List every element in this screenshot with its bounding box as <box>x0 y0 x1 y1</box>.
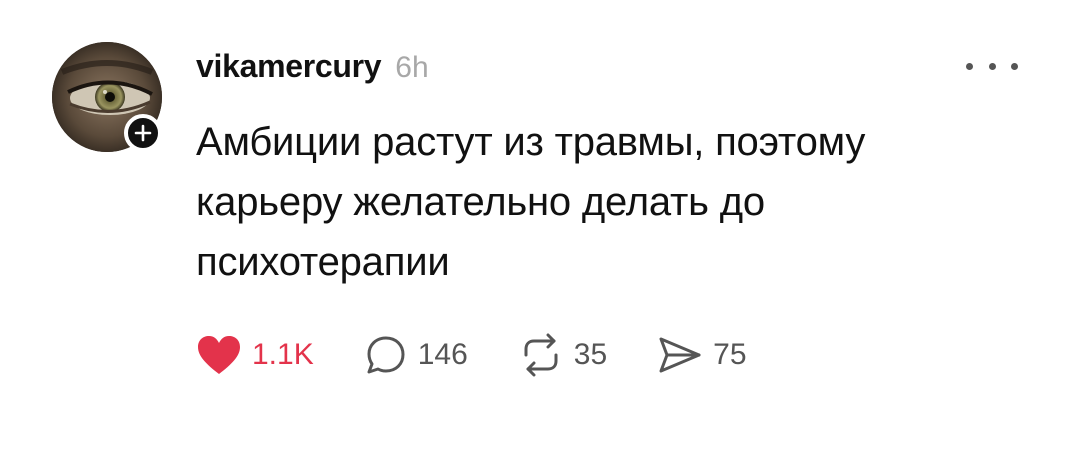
more-dots-icon <box>966 62 973 70</box>
more-dots-icon <box>1011 62 1018 70</box>
reply-button[interactable]: 146 <box>364 333 468 377</box>
share-button[interactable]: 75 <box>657 333 747 377</box>
reply-count: 146 <box>417 338 468 371</box>
like-count: 1.1K <box>252 338 314 371</box>
comment-icon <box>367 336 405 374</box>
more-dots-icon <box>988 62 996 70</box>
like-button[interactable]: 1.1K <box>196 334 314 376</box>
repost-icon <box>524 333 558 377</box>
username[interactable]: vikamercury <box>196 48 382 85</box>
more-options-button[interactable] <box>966 56 1018 76</box>
repost-count: 35 <box>573 338 608 371</box>
post-card: vikamercury 6h Амбиции растут из травмы,… <box>0 0 1080 449</box>
plus-icon <box>134 124 152 142</box>
post-text: Амбиции растут из травмы, поэтому карьер… <box>196 120 866 284</box>
send-icon <box>659 337 701 373</box>
action-bar: 1.1K 146 35 75 <box>196 330 797 380</box>
share-count: 75 <box>713 338 747 371</box>
timestamp: 6h <box>395 51 429 84</box>
repost-button[interactable]: 35 <box>518 333 607 377</box>
follow-button[interactable] <box>124 114 162 152</box>
avatar-container[interactable] <box>52 42 162 152</box>
heart-icon <box>198 336 240 374</box>
post-header: vikamercury 6h <box>196 48 429 85</box>
